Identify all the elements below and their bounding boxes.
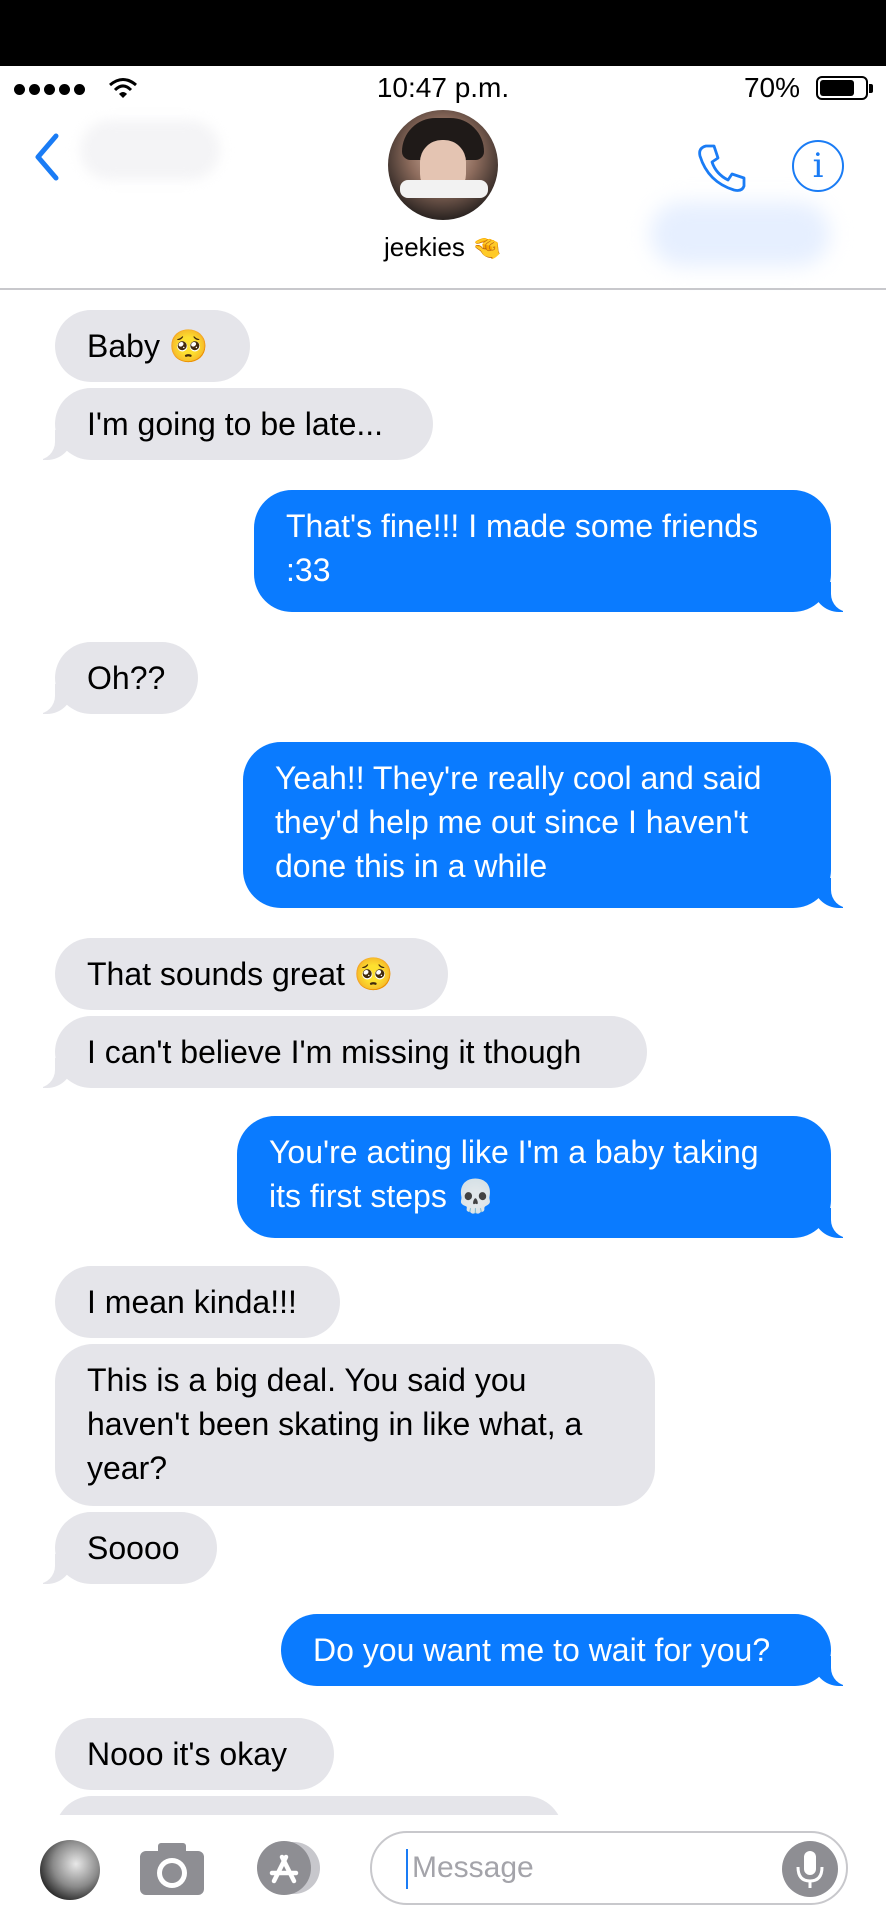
message-bubble-incoming[interactable]: I can't believe I'm missing it though <box>29 1016 647 1088</box>
message-bubble-incoming[interactable]: Oh?? <box>29 642 198 714</box>
conversation-header: jeekies 🤏 i <box>0 110 886 290</box>
status-bar: 10:47 p.m. 70% <box>0 66 886 110</box>
message-bubble-incoming[interactable]: I mean kinda!!! <box>55 1266 340 1338</box>
microphone-icon <box>796 1851 824 1888</box>
message-bubble-outgoing[interactable]: Yeah!! They're really cool and said they… <box>243 742 857 908</box>
text-cursor <box>406 1849 408 1889</box>
message-bubble-incoming[interactable]: Nooo it's okay <box>55 1718 334 1790</box>
contact-avatar[interactable] <box>388 110 498 220</box>
blurred-region <box>80 120 220 180</box>
message-list: Baby 🥺 I'm going to be late... That's fi… <box>0 290 886 1815</box>
animoji-avatar-icon[interactable] <box>40 1840 100 1900</box>
app-store-icon[interactable] <box>252 1839 328 1897</box>
microphone-button[interactable] <box>782 1841 838 1897</box>
message-input[interactable]: Message <box>370 1831 848 1905</box>
phone-call-icon[interactable] <box>694 140 750 196</box>
message-bubble-outgoing[interactable]: You're acting like I'm a baby taking its… <box>237 1116 857 1238</box>
message-composer: Message <box>0 1815 886 1920</box>
contact-name[interactable]: jeekies 🤏 <box>0 232 886 263</box>
info-icon[interactable]: i <box>792 140 844 192</box>
message-bubble-outgoing[interactable]: Do you want me to wait for you? <box>281 1614 857 1686</box>
message-bubble-incoming[interactable] <box>55 1796 563 1815</box>
back-chevron-icon[interactable] <box>32 132 62 182</box>
message-bubble-incoming[interactable]: That sounds great 🥺 <box>55 938 448 1010</box>
message-bubble-outgoing[interactable]: That's fine!!! I made some friends :33 <box>254 490 857 612</box>
message-bubble-incoming[interactable]: Soooo <box>29 1512 217 1584</box>
message-bubble-incoming[interactable]: This is a big deal. You said you haven't… <box>55 1344 655 1506</box>
message-placeholder: Message <box>412 1851 534 1884</box>
top-black-bar <box>0 0 886 66</box>
message-bubble-incoming[interactable]: Baby 🥺 <box>55 310 250 382</box>
battery-icon <box>816 76 873 100</box>
message-bubble-incoming[interactable]: I'm going to be late... <box>29 388 433 460</box>
battery-percentage: 70% <box>743 72 800 103</box>
pinching-hand-emoji: 🤏 <box>472 235 503 262</box>
camera-icon[interactable] <box>138 1841 206 1897</box>
